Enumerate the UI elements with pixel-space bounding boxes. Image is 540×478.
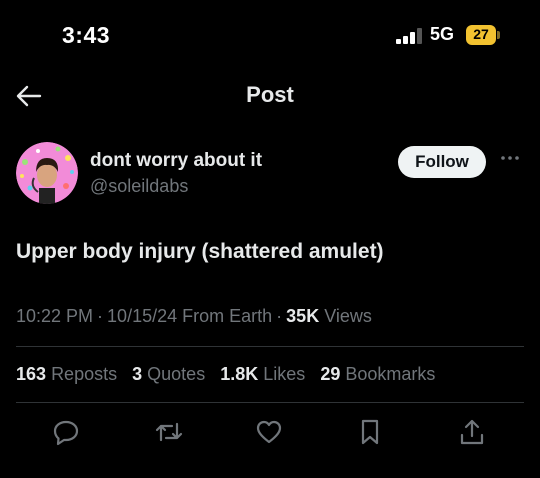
action-bar xyxy=(0,414,540,454)
page-title: Post xyxy=(246,82,294,107)
divider xyxy=(16,402,524,403)
post-source: From Earth xyxy=(182,306,273,326)
bookmark-icon[interactable] xyxy=(356,418,384,446)
display-name[interactable]: dont worry about it xyxy=(90,150,262,172)
reply-icon[interactable] xyxy=(52,418,80,446)
network-type: 5G xyxy=(430,24,455,44)
top-nav: Post xyxy=(0,70,540,126)
more-dots-icon[interactable] xyxy=(498,146,522,170)
stat-likes[interactable]: 1.8K Likes xyxy=(220,364,305,384)
engagement-stats: 163 Reposts 3 Quotes 1.8K Likes 29 Bookm… xyxy=(16,364,445,385)
repost-icon[interactable] xyxy=(155,418,183,446)
signal-bars-icon xyxy=(396,28,422,44)
post-text: Upper body injury (shattered amulet) xyxy=(16,240,384,263)
meta-dot: · xyxy=(97,306,104,326)
user-handle[interactable]: @soleildabs xyxy=(90,176,188,197)
stat-reposts[interactable]: 163 Reposts xyxy=(16,364,117,384)
share-icon[interactable] xyxy=(458,418,486,446)
status-bar: 3:43 5G 27 xyxy=(0,0,540,70)
post-date: 10/15/24 xyxy=(107,306,178,326)
stat-label: Likes xyxy=(263,364,306,384)
stat-count: 163 xyxy=(16,364,47,384)
stat-bookmarks[interactable]: 29 Bookmarks xyxy=(320,364,435,384)
avatar[interactable] xyxy=(16,142,78,204)
status-time: 3:43 xyxy=(62,22,111,48)
stat-quotes[interactable]: 3 Quotes xyxy=(132,364,205,384)
follow-button[interactable]: Follow xyxy=(398,146,486,178)
stat-count: 29 xyxy=(320,364,341,384)
post-time: 10:22 PM xyxy=(16,306,94,326)
post-meta: 10:22 PM · 10/15/24 From Earth · 35K Views xyxy=(16,306,372,327)
battery-level: 27 xyxy=(473,26,489,42)
battery-icon: 27 xyxy=(466,25,500,45)
divider xyxy=(16,346,524,347)
post-author: dont worry about it @soleildabs Follow xyxy=(16,142,526,206)
views-count: 35K xyxy=(286,306,320,326)
stat-label: Quotes xyxy=(147,364,206,384)
stat-label: Reposts xyxy=(51,364,118,384)
views-label: Views xyxy=(324,306,372,326)
stat-label: Bookmarks xyxy=(345,364,436,384)
stat-count: 3 xyxy=(132,364,143,384)
like-icon[interactable] xyxy=(255,418,283,446)
stat-count: 1.8K xyxy=(220,364,259,384)
meta-dot: · xyxy=(276,306,283,326)
